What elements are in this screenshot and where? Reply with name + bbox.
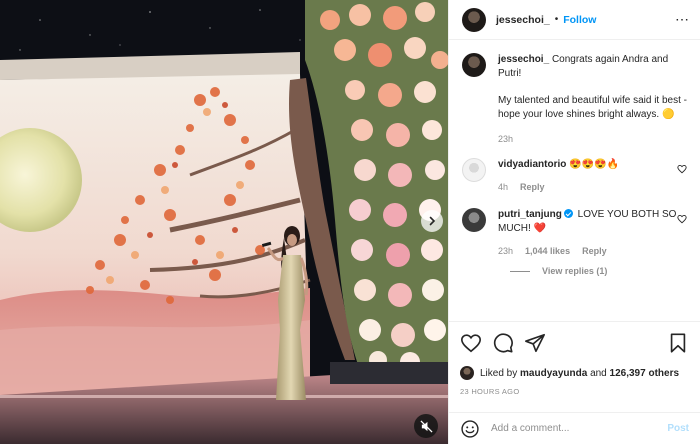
- ellipsis-icon[interactable]: ⋯: [675, 11, 690, 28]
- likes-summary[interactable]: Liked by maudyayunda and 126,397 others: [460, 366, 689, 380]
- comment-likes-count[interactable]: 1,044 likes: [525, 244, 570, 258]
- comments-section[interactable]: jessechoi_ Congrats again Andra and Putr…: [449, 41, 700, 321]
- liker-avatar: [460, 366, 474, 380]
- emoji-icon[interactable]: [460, 419, 480, 439]
- reply-button[interactable]: Reply: [520, 180, 545, 194]
- post-timestamp[interactable]: 23 HOURS AGO: [460, 387, 689, 396]
- view-replies-label: View replies (1): [542, 266, 608, 276]
- share-send-icon[interactable]: [524, 332, 546, 354]
- caption-text-line2: My talented and beautiful wife said it b…: [498, 95, 687, 120]
- verified-badge-icon: [563, 209, 573, 218]
- separator-dot: •: [554, 14, 559, 25]
- view-replies-button[interactable]: View replies (1): [510, 266, 687, 276]
- like-comment-heart-icon[interactable]: [677, 164, 687, 174]
- post-header: jessechoi_ • Follow ⋯: [449, 0, 700, 40]
- post-video[interactable]: [0, 0, 448, 444]
- follow-button[interactable]: Follow: [563, 14, 596, 26]
- caption-username[interactable]: jessechoi_: [498, 54, 549, 65]
- comment-username[interactable]: vidyadiantorio: [498, 159, 566, 170]
- comment-text: 😍😍😍🔥: [569, 159, 619, 170]
- video-frame-stage-scene: [0, 0, 448, 444]
- likes-conjunction: and: [590, 367, 607, 379]
- instagram-post: jessechoi_ • Follow ⋯ jessechoi_ Congrat…: [0, 0, 700, 444]
- heart-icon[interactable]: [460, 332, 482, 354]
- likes-prefix: Liked by: [480, 367, 518, 379]
- comment-time[interactable]: 4h: [498, 180, 508, 194]
- caption-avatar[interactable]: [462, 53, 486, 77]
- commenter-avatar[interactable]: [462, 158, 486, 182]
- speaker-muted-icon: [419, 419, 433, 433]
- list-item: putri_tanjung LOVE YOU BOTH SO MUCH! ❤️ …: [462, 208, 687, 258]
- divider-line: [510, 270, 530, 272]
- author-avatar[interactable]: [462, 7, 486, 32]
- caption: jessechoi_ Congrats again Andra and Putr…: [462, 53, 687, 146]
- bookmark-icon[interactable]: [667, 332, 689, 354]
- chevron-right-icon: [429, 216, 436, 226]
- caption-time[interactable]: 23h: [498, 132, 513, 146]
- commenter-avatar[interactable]: [462, 208, 486, 232]
- reply-button[interactable]: Reply: [582, 244, 607, 258]
- comment-icon[interactable]: [492, 332, 514, 354]
- author-username[interactable]: jessechoi_: [496, 14, 550, 26]
- next-media-button[interactable]: [421, 210, 443, 232]
- post-comment-button[interactable]: Post: [667, 423, 689, 434]
- post-details-panel: jessechoi_ • Follow ⋯ jessechoi_ Congrat…: [448, 0, 700, 444]
- like-comment-heart-icon[interactable]: [677, 214, 687, 224]
- comment-time[interactable]: 23h: [498, 244, 513, 258]
- comment-username[interactable]: putri_tanjung: [498, 209, 562, 220]
- likes-count[interactable]: 126,397 others: [610, 368, 680, 379]
- mute-toggle-button[interactable]: [414, 414, 438, 438]
- liker-username[interactable]: maudyayunda: [520, 368, 587, 379]
- add-comment-bar: Post: [449, 412, 700, 444]
- list-item: vidyadiantorio 😍😍😍🔥 4h Reply: [462, 158, 687, 194]
- post-actions: Liked by maudyayunda and 126,397 others …: [449, 321, 700, 396]
- comment-input[interactable]: [491, 423, 668, 434]
